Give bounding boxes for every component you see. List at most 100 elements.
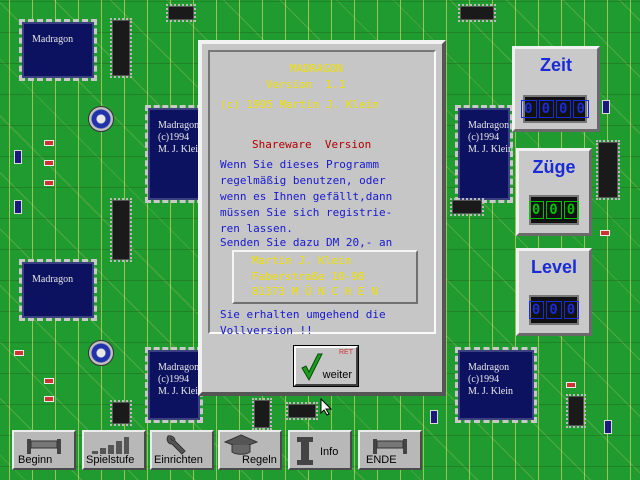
regeln-label: Regeln	[242, 454, 277, 466]
resistor	[44, 396, 54, 402]
dip-chip	[458, 4, 496, 22]
capacitor	[604, 420, 612, 434]
message-line: ren lassen.	[220, 222, 293, 235]
regeln-button[interactable]: Regeln	[218, 430, 282, 470]
address-street: Faberstraße 10-98	[252, 270, 365, 283]
einrichten-button[interactable]: Einrichten	[150, 430, 214, 470]
resistor	[600, 230, 610, 236]
info-label: Info	[320, 446, 339, 458]
start-gate-icon	[27, 439, 61, 454]
dip-chip	[286, 402, 318, 420]
capacitor	[14, 200, 22, 214]
chip-label: M. J. Klein	[468, 386, 513, 397]
potentiometer	[88, 340, 114, 366]
resistor	[44, 180, 54, 186]
chip-label: (c)1994	[158, 374, 190, 385]
message-line: wenn es Ihnen gefällt,dann	[220, 190, 393, 203]
level-bars-icon	[92, 437, 129, 454]
info-button[interactable]: Info	[288, 430, 352, 470]
address-name: Martin J. Klein	[252, 254, 352, 267]
spielstufe-label: Spielstufe	[86, 454, 135, 466]
chip-label: Madragon	[32, 274, 74, 285]
level-digit: 0	[528, 301, 545, 319]
zeit-counter-display: 0 0 0 0	[521, 95, 589, 123]
dip-chip	[110, 198, 132, 262]
chip-label: (c)1994	[468, 374, 500, 385]
message-line: müssen Sie sich registrie-	[220, 206, 393, 219]
dip-chip	[566, 394, 586, 428]
checkmark-icon	[301, 353, 323, 382]
dip-chip	[166, 4, 196, 22]
chip-label: Madragon	[468, 362, 510, 373]
dip-chip	[252, 398, 272, 430]
info-i-icon	[297, 437, 313, 465]
footer-line: Vollversion !!	[220, 324, 313, 337]
beginn-button[interactable]: Beginn	[12, 430, 76, 470]
zeit-digit: 0	[538, 100, 554, 118]
chip-label: Madragon	[158, 362, 200, 373]
level-counter-display: 0 0 0	[528, 295, 580, 325]
chip-label: (c)1994	[468, 132, 500, 143]
zeit-digit: 0	[573, 100, 589, 118]
level-digit: 0	[546, 301, 562, 319]
spielstufe-button[interactable]: Spielstufe	[82, 430, 146, 470]
weiter-button-label: weiter	[322, 369, 352, 381]
return-key-hint: RET	[339, 349, 353, 356]
potentiometer	[88, 106, 114, 132]
copyright-line: (c) 1995 Martin J. Klein	[220, 98, 379, 111]
dip-chip	[450, 198, 484, 216]
chip-upper-middle: Madragon (c)1994 M. J. Klein	[145, 105, 203, 203]
chip-upper-right: Madragon (c)1994 M. J. Klein	[455, 105, 513, 203]
capacitor	[430, 410, 438, 424]
dialog-content-frame: MADRAGON Version 1.1 (c) 1995 Martin J. …	[208, 50, 436, 337]
resistor	[44, 140, 54, 146]
beginn-label: Beginn	[18, 454, 53, 466]
zuege-counter-display: 0 0 0	[528, 195, 580, 225]
chip-lower-right: Madragon (c)1994 M. J. Klein	[455, 347, 537, 423]
chip-top-left: Madragon	[19, 19, 97, 81]
chip-label: Madragon	[158, 120, 200, 131]
panel-zuege-title: Züge	[532, 157, 576, 177]
zeit-digit: 0	[556, 100, 572, 118]
panel-level: Level 0 0 0	[516, 248, 592, 336]
capacitor	[602, 100, 610, 114]
dip-chip	[110, 400, 132, 426]
footer-line: Sie erhalten umgehend die	[220, 308, 386, 321]
wrench-icon	[166, 435, 186, 455]
shareware-heading: Shareware Version	[252, 138, 372, 151]
chip-label: M. J. Klein	[468, 144, 513, 155]
finish-gate-icon	[373, 439, 407, 454]
panel-zuege: Züge 0 0 0	[516, 148, 592, 236]
zuege-digit: 0	[563, 201, 580, 219]
panel-level-title: Level	[530, 257, 578, 277]
einrichten-label: Einrichten	[154, 454, 203, 466]
resistor	[566, 382, 576, 388]
chip-label: M. J. Klein	[158, 386, 203, 397]
resistor	[44, 378, 54, 384]
chip-mid-left: Madragon	[19, 259, 97, 321]
message-line: regelmäßig benutzen, oder	[220, 174, 386, 187]
zuege-digit: 0	[546, 201, 562, 219]
mouse-cursor-icon	[320, 398, 332, 416]
app-version: Version 1.1	[266, 78, 346, 91]
message-line: Senden Sie dazu DM 20,- an	[220, 236, 393, 249]
level-digit: 0	[563, 301, 580, 319]
zuege-digit: 0	[528, 201, 545, 219]
chip-lower-middle: Madragon (c)1994 M. J. Klein	[145, 347, 203, 423]
capacitor	[14, 150, 22, 164]
address-box: Martin J. Klein Faberstraße 10-98 81373 …	[232, 250, 418, 304]
chip-label: (c)1994	[158, 132, 190, 143]
message-line: Wenn Sie dieses Programm	[220, 158, 379, 171]
panel-zeit: Zeit 0 0 0 0	[512, 46, 600, 132]
chip-label: M. J. Klein	[158, 144, 203, 155]
graduation-cap-icon	[224, 434, 258, 455]
dip-chip	[596, 140, 620, 200]
chip-label: Madragon	[32, 34, 74, 45]
zeit-digit: 0	[521, 100, 537, 118]
address-city: 81373 M Ü N C H E N	[252, 285, 378, 298]
app-name: MADRAGON	[290, 62, 343, 75]
weiter-button[interactable]: RET weiter	[293, 345, 359, 387]
dip-chip	[110, 18, 132, 78]
resistor	[14, 350, 24, 356]
ende-button[interactable]: ENDE	[358, 430, 422, 470]
